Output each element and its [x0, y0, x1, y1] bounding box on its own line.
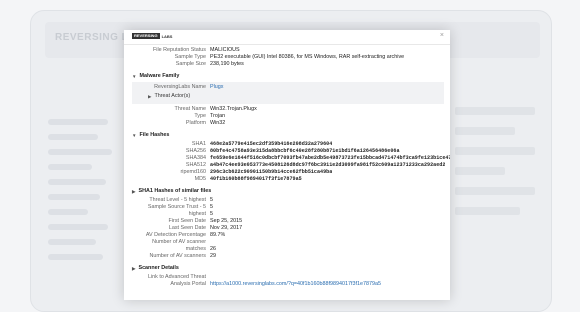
hash-key: SHA384 [185, 155, 206, 161]
info-value: Trojan [210, 113, 226, 119]
info-key: Threat Name [174, 106, 206, 112]
analysis-portal-link[interactable]: https://a1000.reversinglabs.com/?q=40f1b… [210, 281, 381, 288]
info-value: 5 [210, 211, 213, 217]
info-row: AV Detection Percentage 89.7% [124, 232, 450, 239]
info-key: Sample Size [175, 61, 206, 67]
triangle-right-icon: ▶ [148, 94, 152, 99]
panel-header: REVERSING LABS × [124, 30, 450, 45]
info-row: Last Seen Date Nov 29, 2017 [124, 225, 450, 232]
info-row: File Reputation Status MALICIOUS [124, 47, 450, 54]
info-value: Sep 25, 2015 [210, 218, 243, 224]
hash-row: SHA1 468e2a5779e415ec2df359b416e208d32a27… [124, 141, 450, 148]
malware-family-box: ReversingLabs Name Plugx ▶ Threat Actor(… [132, 82, 444, 104]
background-right-column [455, 95, 535, 285]
file-info-section: File Reputation Status MALICIOUS Sample T… [124, 47, 450, 68]
info-row: Analysis Portal https://a1000.reversingla… [124, 281, 450, 288]
info-value: 5 [210, 204, 213, 210]
scanner-details-header[interactable]: ▶ Scanner Details [132, 265, 450, 272]
hash-value: fe659e6e1644f516c0dbcbf7093fb47abe2db5e4… [210, 155, 450, 161]
info-row: Link to Advanced Threat [124, 274, 450, 281]
file-report-panel: REVERSING LABS × File Reputation Status M… [124, 30, 450, 300]
info-row: Type Trojan [124, 113, 450, 120]
info-key: First Seen Date [168, 218, 206, 224]
info-value: 5 [210, 197, 213, 203]
info-key: Number of AV scanners [149, 253, 206, 259]
info-row: highest 5 [124, 211, 450, 218]
hash-key: SHA256 [185, 148, 206, 154]
hash-value: 296c3cb622c90901150b9b14cce62fbb51ca49ba [210, 169, 333, 175]
info-value: 238,190 bytes [210, 61, 244, 67]
info-key: Platform [185, 120, 206, 126]
hash-key: SHA1 [191, 141, 206, 147]
info-row: First Seen Date Sep 25, 2015 [124, 218, 450, 225]
hash-value: 80bfe4c4758a93e315da8bbcbf6c40e28f280b87… [210, 148, 400, 154]
info-value: PE32 executable (GUI) Intel 80386, for M… [210, 54, 405, 60]
info-row: Sample Type PE32 executable (GUI) Intel 8… [124, 54, 450, 61]
info-row: matches 26 [124, 246, 450, 253]
info-key: AV Detection Percentage [145, 232, 206, 238]
info-row: Number of AV scanner [124, 239, 450, 246]
file-hashes-header[interactable]: ▼ File Hashes [132, 132, 450, 139]
threat-actors-toggle[interactable]: ▶ Threat Actor(s) [148, 93, 444, 100]
info-key: Type [194, 113, 206, 119]
file-hashes-section: SHA1 468e2a5779e415ec2df359b416e208d32a27… [124, 141, 450, 183]
hash-row: SHA256 80bfe4c4758a93e315da8bbcbf6c40e28f… [124, 148, 450, 155]
info-row: Sample Source Trust - 5 5 [124, 204, 450, 211]
info-value: 89.7% [210, 232, 226, 238]
hash-row: SHA512 a4b47c4ee93e053773e4508126d8dc97f6… [124, 162, 450, 169]
background-sidebar [48, 110, 118, 290]
scanner-details-section: Link to Advanced Threat Analysis Portal h… [124, 274, 450, 288]
info-key: Sample Source Trust - 5 [147, 204, 206, 210]
rl-name-row: ReversingLabs Name Plugx [132, 84, 444, 91]
rl-name-link[interactable]: Plugx [210, 84, 224, 91]
info-value: Win32.Trojan.Plugx [210, 106, 257, 112]
info-key: Threat Level - 5 highest [149, 197, 206, 203]
info-key: matches [185, 246, 206, 252]
info-key: Last Seen Date [168, 225, 206, 231]
hash-key: MD5 [194, 176, 206, 182]
info-row: Number of AV scanners 29 [124, 253, 450, 260]
logo-text: LABS [161, 33, 173, 39]
hash-value: 468e2a5779e415ec2df359b416e208d32a279604 [210, 141, 333, 147]
section-title: Scanner Details [138, 265, 179, 271]
triangle-down-icon: ▼ [132, 133, 137, 138]
info-key: Number of AV scanner [152, 239, 206, 245]
info-row: Sample Size 238,190 bytes [124, 61, 450, 68]
info-row: Threat Level - 5 highest 5 [124, 197, 450, 204]
malware-family-header[interactable]: ▼ Malware Family [132, 73, 450, 80]
threat-actors-label: Threat Actor(s) [154, 93, 191, 99]
logo-badge: REVERSING [132, 33, 160, 39]
close-icon[interactable]: × [440, 32, 444, 39]
info-value: 26 [210, 246, 216, 252]
info-key: Sample Type [174, 54, 206, 60]
section-title: Malware Family [139, 73, 180, 79]
triangle-right-icon: ▶ [132, 266, 136, 271]
info-key: highest [188, 211, 206, 217]
info-key: Analysis Portal [170, 281, 206, 287]
hash-key: ripemd160 [180, 169, 206, 175]
hash-row: MD5 40f1b160b88f9894017f3f1e7879a5 [124, 176, 450, 183]
section-title: SHA1 Hashes of similar files [138, 188, 212, 194]
info-row: Threat Name Win32.Trojan.Plugx [124, 106, 450, 113]
reversinglabs-logo: REVERSING LABS [132, 33, 172, 39]
hash-value: a4b47c4ee93e053773e4508126d8dc97f6bc3911… [210, 162, 446, 168]
hash-row: SHA384 fe659e6e1644f516c0dbcbf7093fb47abe… [124, 155, 450, 162]
hash-key: SHA512 [185, 162, 206, 168]
threat-section: Threat Name Win32.Trojan.Plugx Type Trojan… [124, 106, 450, 127]
hash-value: 40f1b160b88f9894017f3f1e7879a5 [210, 176, 302, 182]
info-value: Nov 29, 2017 [210, 225, 243, 231]
info-value: 29 [210, 253, 216, 259]
sha1-similar-header[interactable]: ▶ SHA1 Hashes of similar files [132, 188, 450, 195]
info-key: File Reputation Status [152, 47, 206, 53]
triangle-down-icon: ▼ [132, 74, 137, 79]
info-value: MALICIOUS [210, 47, 240, 53]
info-key: ReversingLabs Name [154, 84, 206, 90]
hash-row: ripemd160 296c3cb622c90901150b9b14cce62fb… [124, 169, 450, 176]
triangle-right-icon: ▶ [132, 189, 136, 194]
info-row: Platform Win32 [124, 120, 450, 127]
info-value: Win32 [210, 120, 226, 126]
section-title: File Hashes [139, 132, 170, 138]
info-key: Link to Advanced Threat [147, 274, 206, 280]
sha1-similar-section: Threat Level - 5 highest 5 Sample Source … [124, 197, 450, 260]
